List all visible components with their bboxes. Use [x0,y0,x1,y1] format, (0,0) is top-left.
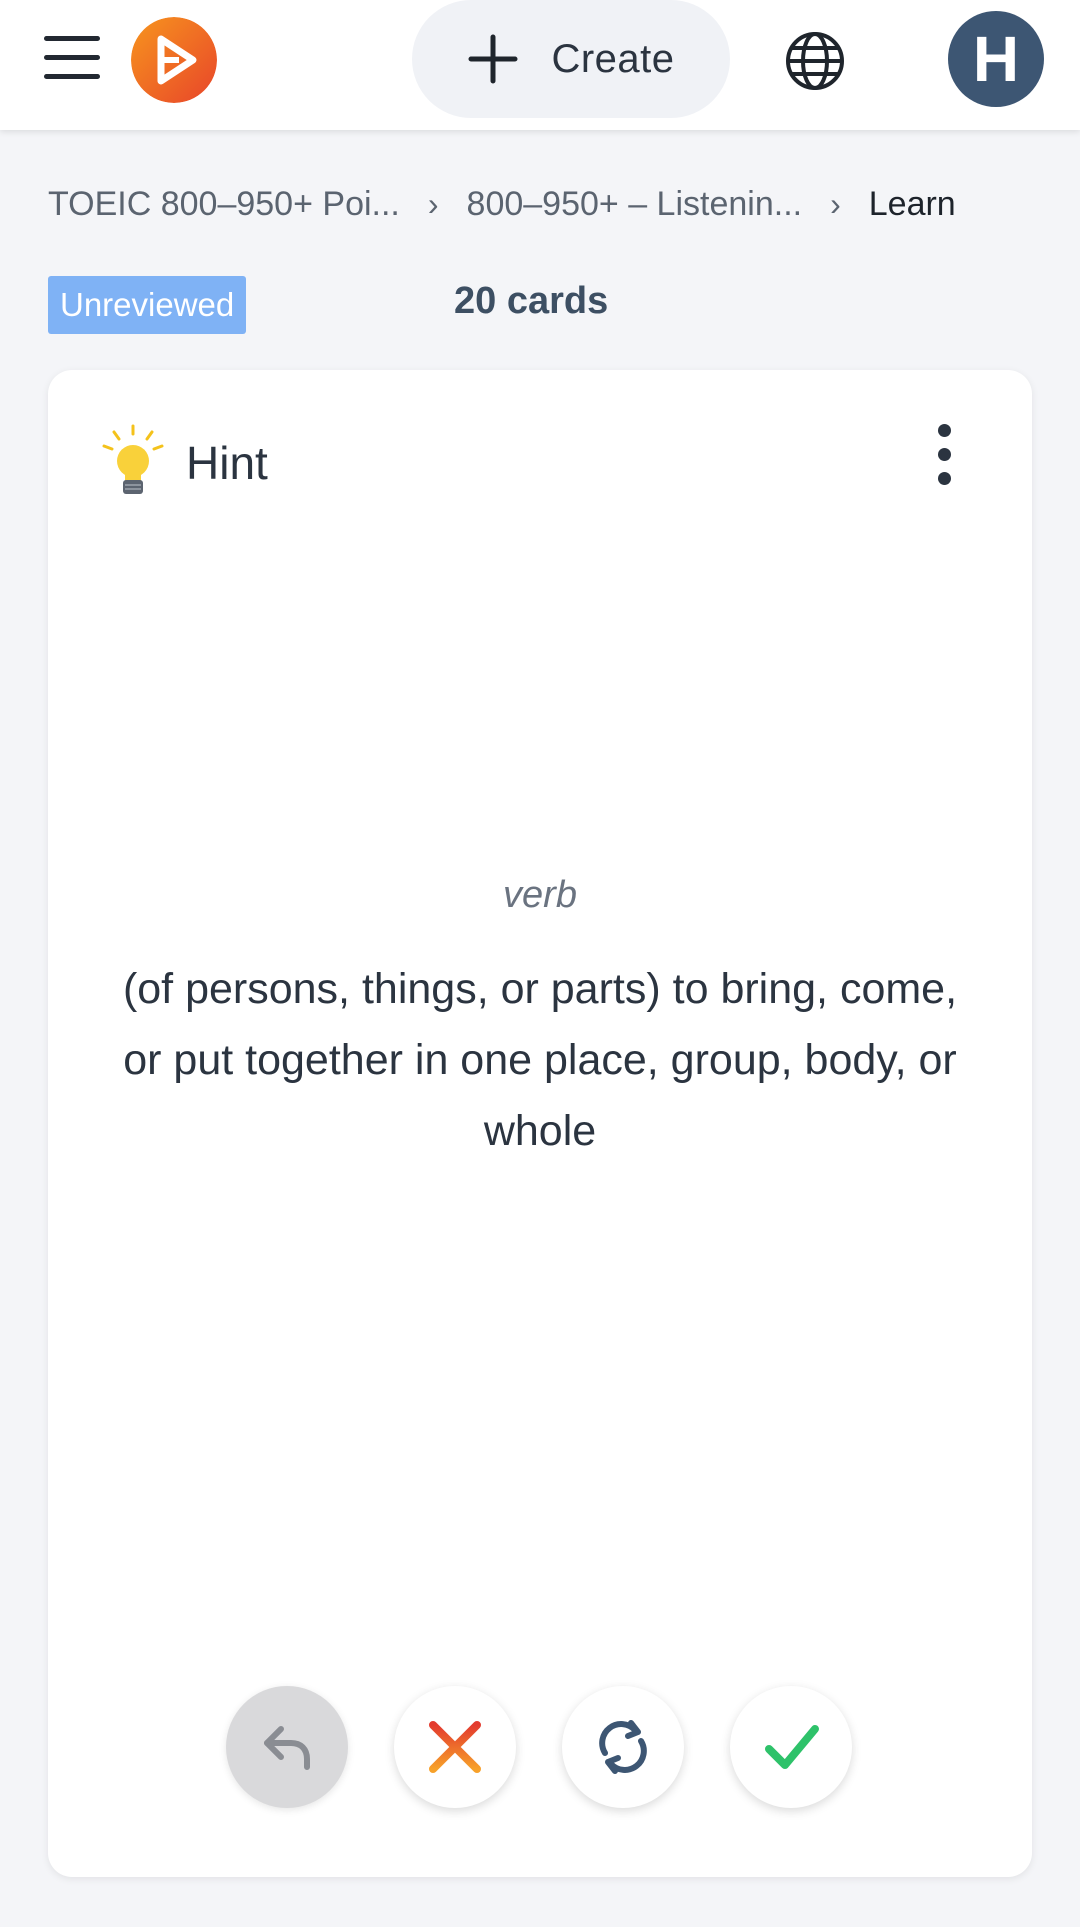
undo-button[interactable] [226,1686,348,1808]
check-icon [765,1725,819,1769]
flip-button[interactable] [562,1686,684,1808]
app-logo[interactable] [131,17,217,103]
breadcrumb: TOEIC 800–950+ Poi... › 800–950+ – Liste… [48,176,1048,232]
chevron-right-icon: › [830,185,841,222]
part-of-speech: verb [503,874,577,916]
refresh-icon [599,1720,647,1774]
breadcrumb-item-course[interactable]: TOEIC 800–950+ Poi... [48,185,400,224]
create-button[interactable]: Create [412,0,730,118]
hint-label: Hint [186,437,268,489]
create-label: Create [551,36,675,81]
hint-button[interactable]: Hint [100,418,268,508]
plus-icon [468,34,518,84]
flashcard[interactable]: Hint verb (of persons, things, or parts)… [48,370,1032,1877]
undo-icon [264,1726,310,1770]
status-badge: Unreviewed [48,276,247,334]
globe-icon[interactable] [784,30,846,92]
card-definition: (of persons, things, or parts) to bring,… [122,965,958,1155]
x-icon [429,1721,481,1773]
card-count: 20 cards [454,280,609,322]
review-actions [226,1686,866,1810]
top-bar: Create H [0,0,1080,130]
user-avatar[interactable]: H [948,11,1044,107]
more-vertical-icon[interactable] [924,424,964,488]
chevron-right-icon: › [427,185,439,222]
breadcrumb-item-deck[interactable]: 800–950+ – Listenin... [467,185,803,224]
hamburger-menu-icon[interactable] [44,36,100,82]
breadcrumb-item-current: Learn [868,184,956,223]
correct-button[interactable] [730,1686,852,1808]
wrong-button[interactable] [394,1686,516,1808]
lightbulb-icon [102,424,164,494]
